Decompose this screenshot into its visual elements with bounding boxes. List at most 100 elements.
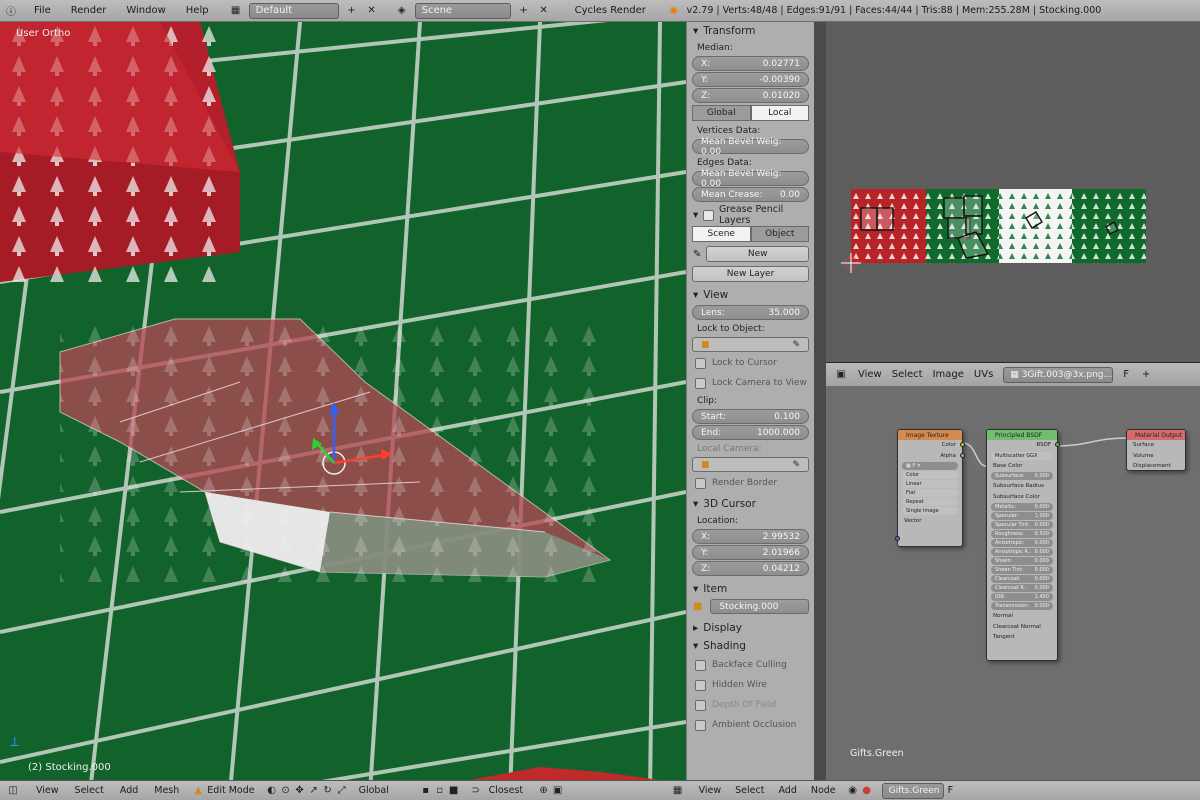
area-divider[interactable] — [814, 22, 826, 800]
render-border-checkbox[interactable] — [695, 477, 706, 489]
transform-panel-header[interactable]: ▾ Transform — [687, 22, 814, 40]
editor-type-icon[interactable]: ▣ — [834, 368, 848, 382]
image-selector[interactable]: ▦ 3Gift.003@3x.png... — [1003, 366, 1114, 383]
node-editor-type-icon[interactable]: ▦ — [671, 784, 685, 798]
tex-source-select[interactable]: Single Image — [902, 507, 958, 515]
edge-crease-field[interactable]: Mean Crease: 0.00 — [692, 187, 809, 202]
fake-user-toggle[interactable]: F — [1123, 369, 1129, 380]
bsdf-input-row[interactable]: Base Color — [987, 461, 1057, 472]
clip-end-field[interactable]: End: 1000.000 — [692, 425, 809, 440]
cursor-z-field[interactable]: Z: 0.04212 — [692, 561, 809, 576]
bsdf-input-row[interactable]: Subsurface Color — [987, 492, 1057, 503]
gp-object-button[interactable]: Object — [750, 226, 809, 242]
tex-interp-select[interactable]: Linear — [902, 480, 958, 488]
dof-checkbox[interactable] — [695, 699, 706, 711]
face-select-icon[interactable]: ■ — [447, 784, 461, 798]
shader-type-icon[interactable]: ◉ — [846, 784, 860, 798]
manipulator-icon[interactable]: ✥ — [293, 784, 307, 798]
ao-checkbox[interactable] — [695, 719, 706, 731]
bsdf-distribution-select[interactable]: Multiscatter GGX — [991, 451, 1053, 460]
display-panel-header[interactable]: ▸ Display — [687, 619, 814, 637]
add-scene-icon[interactable]: + — [517, 4, 531, 18]
tex-proj-select[interactable]: Flat — [902, 489, 958, 497]
image-texture-node[interactable]: Image Texture Color Alpha ▦ F ✕ Color Li… — [895, 429, 965, 547]
local-button[interactable]: Local — [750, 105, 809, 121]
cursor-y-field[interactable]: Y: 2.01966 — [692, 545, 809, 560]
tex-color-select[interactable]: Color — [902, 471, 958, 479]
render-border-row[interactable]: Render Border — [687, 473, 814, 493]
edge-bevel-field[interactable]: Mean Bevel Weig: 0.00 — [692, 169, 809, 189]
local-camera-field[interactable]: ■ ✎ — [692, 457, 809, 472]
bsdf-input-row[interactable]: Subsurface Radius — [987, 481, 1057, 492]
bsdf-input-row[interactable]: Specular Tint: 0.000 — [991, 521, 1053, 529]
3d-view-editor-icon[interactable]: ◫ — [6, 784, 20, 798]
remove-layout-icon[interactable]: ✕ — [365, 4, 379, 18]
uv-menu-image[interactable]: Image — [933, 369, 964, 380]
pivot-icon[interactable]: ⊙ — [279, 784, 293, 798]
item-name-field[interactable]: Stocking.000 — [710, 599, 809, 614]
median-z-field[interactable]: Z: 0.01020 — [692, 88, 809, 103]
uv-image-editor[interactable] — [826, 22, 1200, 362]
uv-menu-select[interactable]: Select — [892, 369, 923, 380]
node-menu-add[interactable]: Add — [778, 785, 796, 796]
vp-menu-select[interactable]: Select — [75, 785, 104, 796]
scale-icon[interactable]: ⤢ — [335, 784, 349, 798]
bsdf-input-row[interactable]: Metallic: 0.000 — [991, 503, 1053, 511]
screen-layout-icon[interactable]: ▦ — [229, 4, 243, 18]
bsdf-input-row[interactable]: Anisotropic R.: 0.000 — [991, 548, 1053, 556]
tex-alpha-socket[interactable] — [960, 453, 965, 458]
backface-culling-row[interactable]: Backface Culling — [687, 655, 814, 675]
tex-ext-select[interactable]: Repeat — [902, 498, 958, 506]
vp-menu-mesh[interactable]: Mesh — [154, 785, 179, 796]
bsdf-input-row[interactable]: Clearcoat: 0.000 — [991, 575, 1053, 583]
median-x-field[interactable]: X: 0.02771 — [692, 56, 809, 71]
gp-scene-button[interactable]: Scene — [692, 226, 751, 242]
bsdf-out-socket[interactable] — [1055, 442, 1060, 447]
magnet-icon[interactable]: ⊃ — [469, 784, 483, 798]
gp-new-button[interactable]: New — [706, 246, 809, 262]
layout-field[interactable]: Default — [248, 2, 339, 19]
bsdf-input-row[interactable]: Specular: 1.000 — [991, 512, 1053, 520]
lock-cursor-checkbox[interactable] — [695, 357, 706, 369]
info-editor-icon[interactable]: ⓘ — [4, 4, 18, 18]
camera-eyedropper-icon[interactable]: ✎ — [792, 460, 800, 470]
new-image-icon[interactable]: + — [1139, 368, 1153, 382]
scene-icon[interactable]: ◈ — [395, 4, 409, 18]
render-engine-select[interactable]: Cycles Render — [575, 5, 655, 16]
tex-image-selector[interactable]: ▦ F ✕ — [902, 462, 958, 470]
shading-mode-icon[interactable]: ◐ — [265, 784, 279, 798]
median-y-field[interactable]: Y: -0.00390 — [692, 72, 809, 87]
lock-cursor-row[interactable]: Lock to Cursor — [687, 353, 814, 373]
pencil-icon[interactable]: ✎ — [693, 249, 701, 260]
add-layout-icon[interactable]: + — [345, 4, 359, 18]
material-fake-user[interactable]: F — [948, 785, 953, 796]
bsdf-input-row[interactable]: Roughness: 0.500 — [991, 530, 1053, 538]
principled-bsdf-node[interactable]: Principled BSDF BSDF Multiscatter GGX Ba… — [986, 429, 1060, 661]
uv-menu-view[interactable]: View — [858, 369, 882, 380]
node-editor[interactable]: Image Texture Color Alpha ▦ F ✕ Color Li… — [826, 386, 1200, 780]
uv-menu-uvs[interactable]: UVs — [974, 369, 993, 380]
cursor-panel-header[interactable]: ▾ 3D Cursor — [687, 495, 814, 513]
vertex-bevel-field[interactable]: Mean Bevel Weig: 0.00 — [692, 137, 809, 157]
lock-object-field[interactable]: ■ ✎ — [692, 337, 809, 352]
orientation-select[interactable]: Global — [359, 785, 419, 796]
hidden-wire-checkbox[interactable] — [695, 679, 706, 691]
dof-row[interactable]: Depth Of Field — [687, 695, 814, 715]
bsdf-input-row[interactable]: Transmission: 0.000 — [991, 602, 1053, 610]
snap-target-icon[interactable]: ⊕ — [537, 784, 551, 798]
item-panel-header[interactable]: ▾ Item — [687, 580, 814, 598]
rotate-icon[interactable]: ↻ — [321, 784, 335, 798]
backface-checkbox[interactable] — [695, 659, 706, 671]
snap-select[interactable]: Closest — [489, 785, 537, 796]
bsdf-input-row[interactable]: Anisotropic: 0.000 — [991, 539, 1053, 547]
hidden-wire-row[interactable]: Hidden Wire — [687, 675, 814, 695]
scene-field[interactable]: Scene — [414, 2, 511, 19]
3d-viewport[interactable]: User Ortho (2) Stocking.000 ⟂ — [0, 22, 686, 780]
bsdf-input-row[interactable]: Sheen Tint: 0.000 — [991, 566, 1053, 574]
edge-select-icon[interactable]: ▫ — [433, 784, 447, 798]
menu-render[interactable]: Render — [71, 5, 107, 16]
shading-panel-header[interactable]: ▾ Shading — [687, 637, 814, 655]
material-sphere-icon[interactable]: ● — [860, 784, 874, 798]
vertex-select-icon[interactable]: ▪ — [419, 784, 433, 798]
lock-camera-checkbox[interactable] — [695, 377, 706, 389]
